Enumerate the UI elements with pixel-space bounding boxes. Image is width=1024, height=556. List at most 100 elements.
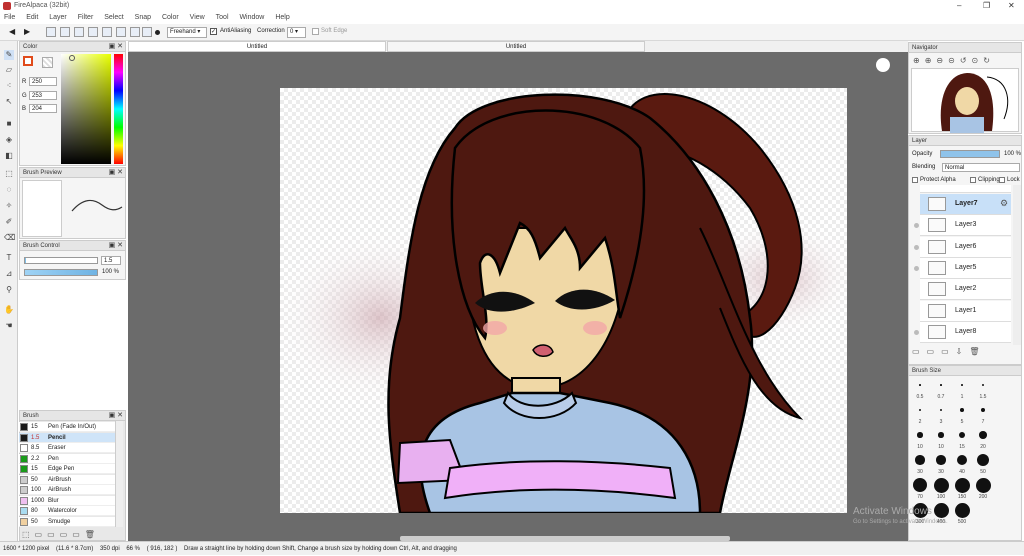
- brush-list-item[interactable]: 50 AirBrush: [19, 474, 116, 485]
- dot-tool-icon[interactable]: ⁖: [4, 81, 14, 91]
- brush-size-dot[interactable]: [975, 477, 991, 493]
- soft-edge-checkbox[interactable]: [312, 28, 319, 35]
- hue-slider[interactable]: [114, 54, 123, 164]
- zoom-hand-tool-icon[interactable]: ✋: [4, 305, 14, 315]
- brush-size-dot[interactable]: [919, 384, 921, 386]
- stroke-mode-select[interactable]: Freehand ▾: [167, 27, 207, 38]
- layer-list-scrollbar[interactable]: [1013, 185, 1021, 345]
- brush-size-dot[interactable]: [960, 408, 964, 412]
- navigator-thumbnail[interactable]: [911, 68, 1019, 133]
- brush-list-item[interactable]: 1.5 Pencil: [19, 432, 116, 443]
- menu-file[interactable]: File: [4, 12, 15, 24]
- lasso-tool-icon[interactable]: ◌: [4, 185, 14, 195]
- snap-settings-icon[interactable]: [142, 27, 152, 37]
- rect-fill-tool-icon[interactable]: ■: [4, 119, 14, 129]
- brush-list-item[interactable]: 8.5 Eraser: [19, 443, 116, 453]
- menu-color[interactable]: Color: [162, 12, 179, 24]
- minimize-button[interactable]: –: [957, 1, 961, 10]
- layer-visibility-icon[interactable]: [914, 265, 919, 271]
- maximize-button[interactable]: ❐: [983, 1, 990, 10]
- brush-size-dot[interactable]: [954, 502, 970, 518]
- brush-list-item[interactable]: 15 Edge Pen: [19, 464, 116, 474]
- brush-size-dot[interactable]: [933, 477, 949, 493]
- menu-snap[interactable]: Snap: [135, 12, 151, 24]
- brush-size-slider[interactable]: [24, 257, 98, 264]
- magic-wand-tool-icon[interactable]: ✧: [4, 201, 14, 211]
- transparent-color-swatch[interactable]: [42, 57, 53, 68]
- eyedropper-tool-icon[interactable]: ⚲: [4, 285, 14, 295]
- brush-size-dot[interactable]: [979, 431, 987, 439]
- brush-list-item[interactable]: 50 Smudge: [19, 516, 116, 527]
- layer-row[interactable]: Layer6: [920, 236, 1011, 258]
- saturation-value-picker[interactable]: [61, 54, 111, 164]
- menu-view[interactable]: View: [190, 12, 205, 24]
- menu-select[interactable]: Select: [104, 12, 123, 24]
- text-tool-icon[interactable]: T: [4, 253, 14, 263]
- brush-list-scrollbar[interactable]: [115, 421, 123, 527]
- bucket-tool-icon[interactable]: ◈: [4, 135, 14, 145]
- g-input[interactable]: 253: [29, 91, 57, 100]
- snap-vanishing-icon[interactable]: [88, 27, 98, 37]
- layer-opacity-slider[interactable]: [940, 150, 1000, 158]
- prev-icon[interactable]: ◀: [9, 27, 15, 36]
- clipping-checkbox[interactable]: [970, 177, 976, 183]
- blending-select[interactable]: Normal: [942, 163, 1020, 172]
- tab-untitled-2[interactable]: Untitled: [387, 41, 645, 52]
- brush-list-item[interactable]: 15 Pen (Fade In/Out): [19, 422, 116, 432]
- b-input[interactable]: 204: [29, 104, 57, 113]
- drawing-canvas[interactable]: [280, 88, 847, 513]
- brush-opacity-slider[interactable]: [24, 269, 98, 276]
- menu-window[interactable]: Window: [239, 12, 264, 24]
- brush-size-dot[interactable]: [961, 384, 963, 386]
- hand-tool-icon[interactable]: ☚: [4, 321, 14, 331]
- brush-list-item[interactable]: 80 Watercolor: [19, 506, 116, 516]
- brush-size-dot[interactable]: [933, 502, 949, 518]
- layer-row[interactable]: Layer3: [920, 215, 1011, 237]
- snap-parallel-icon[interactable]: [60, 27, 70, 37]
- menu-edit[interactable]: Edit: [26, 12, 38, 24]
- lock-checkbox[interactable]: [999, 177, 1005, 183]
- next-icon[interactable]: ▶: [24, 27, 30, 36]
- navigator-zoom-controls[interactable]: ⊕⊕⊖⊝↺⊙↻: [913, 56, 995, 65]
- r-input[interactable]: 250: [29, 77, 57, 86]
- brush-size-dot[interactable]: [954, 477, 970, 493]
- menu-help[interactable]: Help: [275, 12, 289, 24]
- snap-cross-icon[interactable]: [74, 27, 84, 37]
- brush-size-input[interactable]: 1.5: [101, 256, 121, 265]
- antialiasing-checkbox[interactable]: ✓: [210, 28, 217, 35]
- snap-curve-icon[interactable]: [130, 27, 140, 37]
- layer-row[interactable]: Layer7 ⚙: [920, 194, 1011, 215]
- eraser-tool-icon[interactable]: ▱: [4, 65, 14, 75]
- layer-actions[interactable]: ▭▭▭⇩🗑: [912, 347, 987, 356]
- brush-list-item[interactable]: 100 AirBrush: [19, 485, 116, 495]
- brush-size-dot[interactable]: [976, 453, 989, 466]
- layer-row[interactable]: Layer8: [920, 321, 1011, 343]
- snap-radial-icon[interactable]: [102, 27, 112, 37]
- panel-close-icon[interactable]: ▣ ✕: [109, 241, 123, 251]
- panel-close-icon[interactable]: ▣ ✕: [109, 411, 123, 421]
- snap-circle-icon[interactable]: [116, 27, 126, 37]
- select-eraser-tool-icon[interactable]: ⌫: [4, 233, 15, 243]
- brush-size-dot[interactable]: [936, 455, 946, 465]
- brush-size-dot[interactable]: [938, 432, 944, 438]
- protect-alpha-checkbox[interactable]: [912, 177, 918, 183]
- snap-off-icon[interactable]: [46, 27, 56, 37]
- brush-size-dot[interactable]: [917, 432, 923, 438]
- panel-close-icon[interactable]: ▣ ✕: [109, 42, 123, 52]
- brush-size-dot[interactable]: [915, 455, 925, 465]
- menu-layer[interactable]: Layer: [49, 12, 67, 24]
- layer-row[interactable]: Layer1: [920, 300, 1011, 322]
- move-tool-icon[interactable]: ↖: [4, 97, 14, 107]
- select-pen-tool-icon[interactable]: ✐: [4, 217, 14, 227]
- brush-panel-actions[interactable]: ⬚▭▭▭▭🗑: [22, 530, 100, 539]
- select-tool-icon[interactable]: ⬚: [4, 169, 14, 179]
- frame-tool-icon[interactable]: ⊿: [4, 269, 14, 279]
- primary-color-swatch[interactable]: [23, 56, 33, 66]
- gradient-tool-icon[interactable]: ◧: [4, 151, 14, 161]
- correction-select[interactable]: 0 ▾: [287, 27, 306, 38]
- menu-filter[interactable]: Filter: [78, 12, 94, 24]
- close-button[interactable]: ✕: [1008, 1, 1015, 10]
- brush-list-item[interactable]: 2.2 Pen: [19, 453, 116, 464]
- brush-size-dot[interactable]: [940, 384, 942, 386]
- menu-tool[interactable]: Tool: [216, 12, 229, 24]
